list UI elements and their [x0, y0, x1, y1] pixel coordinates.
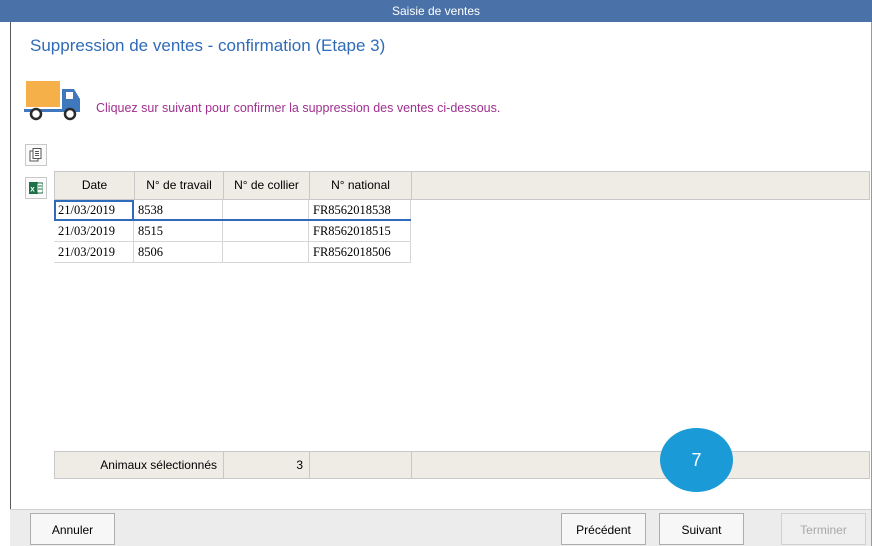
grid-summary-row: Animaux sélectionnés 3 [54, 451, 870, 479]
column-header-work-number[interactable]: N° de travail [135, 172, 224, 199]
cell-national-number[interactable]: FR8562018538 [309, 200, 411, 221]
previous-button[interactable]: Précédent [561, 513, 646, 545]
cell-work-number[interactable]: 8506 [134, 242, 223, 263]
column-header-empty [412, 172, 871, 199]
selected-animals-label: Animaux sélectionnés [55, 452, 224, 478]
table-row[interactable]: 21/03/2019 8538 FR8562018538 [54, 200, 870, 221]
table-row[interactable]: 21/03/2019 8515 FR8562018515 [54, 221, 870, 242]
cell-work-number[interactable]: 8538 [134, 200, 223, 221]
cell-date[interactable]: 21/03/2019 [54, 242, 134, 263]
excel-icon: x [29, 182, 43, 194]
cancel-button[interactable]: Annuler [30, 513, 115, 545]
export-excel-button[interactable]: x [25, 177, 47, 199]
cell-national-number[interactable]: FR8562018506 [309, 242, 411, 263]
truck-icon [24, 81, 80, 121]
cell-date[interactable]: 21/03/2019 [54, 221, 134, 242]
column-header-date[interactable]: Date [55, 172, 135, 199]
grid-header: Date N° de travail N° de collier N° nati… [54, 171, 870, 200]
column-header-collar-number[interactable]: N° de collier [224, 172, 310, 199]
selected-animals-count: 3 [224, 452, 310, 478]
table-row[interactable]: 21/03/2019 8506 FR8562018506 [54, 242, 870, 263]
sales-grid: Date N° de travail N° de collier N° nati… [54, 171, 870, 263]
column-header-national-number[interactable]: N° national [310, 172, 412, 199]
cell-collar-number[interactable] [223, 242, 309, 263]
svg-text:x: x [30, 185, 35, 194]
copy-button[interactable] [25, 144, 47, 166]
summary-empty-cell [310, 452, 412, 478]
window-title: Saisie de ventes [391, 4, 481, 18]
next-button[interactable]: Suivant [659, 513, 744, 545]
cell-collar-number[interactable] [223, 221, 309, 242]
window-left-border [0, 22, 11, 546]
finish-button[interactable]: Terminer [781, 513, 866, 545]
cell-work-number[interactable]: 8515 [134, 221, 223, 242]
window-title-bar: Saisie de ventes [0, 0, 872, 22]
cell-national-number[interactable]: FR8562018515 [309, 221, 411, 242]
step-badge: 7 [660, 428, 733, 492]
focused-cell-outline [54, 200, 134, 221]
cell-collar-number[interactable] [223, 200, 309, 221]
page-title: Suppression de ventes - confirmation (Et… [30, 36, 386, 55]
instruction-text: Cliquez sur suivant pour confirmer la su… [96, 101, 501, 115]
copy-icon [29, 148, 42, 162]
